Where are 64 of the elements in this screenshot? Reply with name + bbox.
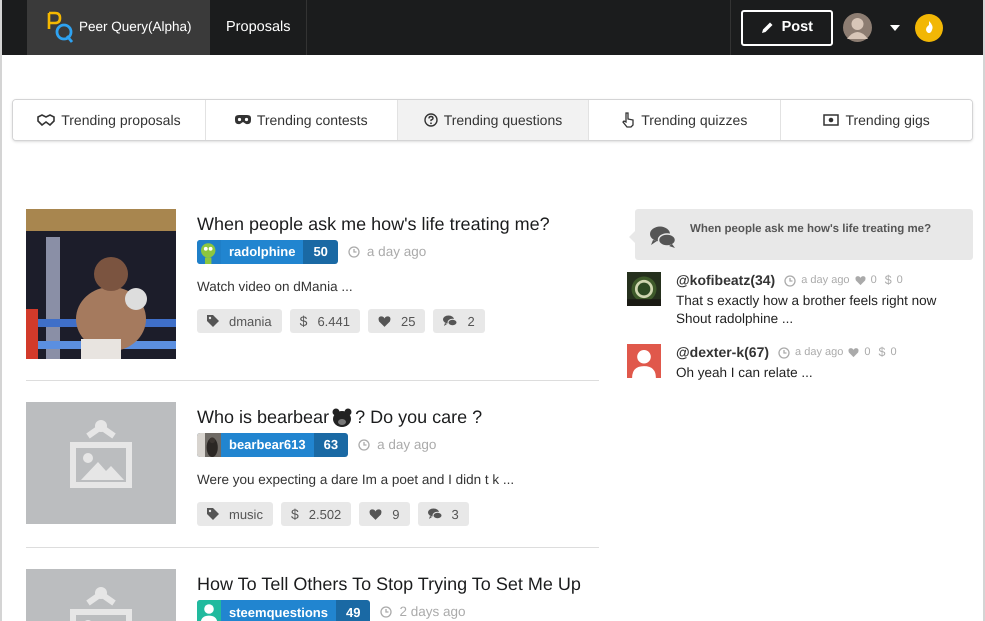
comment-text: Oh yeah I can relate ... xyxy=(676,364,814,382)
heart-icon xyxy=(848,347,860,358)
tag-chip[interactable]: dmania xyxy=(197,309,282,334)
brand-name: Peer Query(Alpha) xyxy=(79,18,192,36)
tab[interactable]: Trending proposals xyxy=(13,100,205,140)
image-placeholder-icon xyxy=(26,402,176,524)
payout-amount: 0 xyxy=(896,273,903,288)
tab[interactable]: Trending questions xyxy=(396,100,588,140)
brand-link[interactable]: Peer Query(Alpha) xyxy=(27,0,210,55)
payout-chip[interactable]: $ 6.441 xyxy=(290,309,360,334)
post-button[interactable]: Post xyxy=(740,10,833,46)
clock-icon xyxy=(784,274,796,286)
votes-chip[interactable]: 9 xyxy=(359,502,410,526)
post-time: a day ago xyxy=(366,242,426,261)
bear-face-icon xyxy=(332,408,352,426)
tab[interactable]: Trending gigs xyxy=(780,100,972,140)
tag-icon xyxy=(207,508,219,520)
comment-time: a day ago xyxy=(801,273,850,288)
tab[interactable]: Trending quizzes xyxy=(588,100,780,140)
question-icon xyxy=(424,113,438,127)
mask-icon xyxy=(234,115,251,125)
payout-chip[interactable]: $ 2.502 xyxy=(280,502,352,526)
logo-icon xyxy=(47,10,75,44)
post-excerpt: Watch video on dMania ... xyxy=(197,278,354,296)
heart-icon xyxy=(369,508,382,521)
clock-icon xyxy=(358,439,370,451)
comments-icon xyxy=(443,315,458,328)
post-excerpt: Were you expecting a dare Im a poet and I didn t k ... xyxy=(197,471,514,489)
post-time: 2 days ago xyxy=(399,603,466,621)
post-title[interactable]: How To Tell Others To Stop Trying To Set Me Up xyxy=(197,573,581,596)
comment-text: That s exactly how a brother feels right now Shout radolphine ... xyxy=(676,292,938,328)
nav-link[interactable]: Proposals xyxy=(210,0,308,55)
tab[interactable]: Trending contests xyxy=(204,100,397,140)
post-time: a day ago xyxy=(377,436,436,454)
currency-sign: $ xyxy=(884,272,892,290)
comment-author[interactable]: @dexter-k(67) xyxy=(676,342,770,363)
handshake-icon xyxy=(37,114,56,126)
flame-badge-icon[interactable] xyxy=(915,14,943,42)
clock-icon xyxy=(348,246,360,258)
vote-count: 0 xyxy=(870,273,877,288)
comment-time: a day ago xyxy=(795,345,844,360)
profile-avatar-icon[interactable] xyxy=(843,13,872,42)
question-title[interactable]: When people ask me how's life treating me? xyxy=(690,221,932,238)
post-title[interactable]: When people ask me how's life treating me? xyxy=(197,213,550,235)
clock-icon xyxy=(778,346,790,358)
currency-sign: $ xyxy=(878,344,886,362)
banknote-icon xyxy=(823,114,840,126)
votes-chip[interactable]: 25 xyxy=(368,309,426,334)
comments-chip[interactable]: 3 xyxy=(418,502,469,526)
post-title[interactable]: Who is bearbear ? Do you care ? xyxy=(197,406,482,428)
heart-icon xyxy=(378,314,391,328)
comment-author[interactable]: @kofibeatz(34) xyxy=(676,270,776,291)
comments-icon xyxy=(428,508,442,520)
comments-icon xyxy=(650,226,676,248)
tag-icon xyxy=(207,315,219,328)
payout-amount: 0 xyxy=(890,345,897,360)
pencil-icon xyxy=(760,21,774,34)
heart-icon xyxy=(854,275,866,286)
comments-chip[interactable]: 2 xyxy=(433,309,485,334)
tag-chip[interactable]: music xyxy=(197,502,273,526)
caret-icon xyxy=(890,24,900,30)
clock-icon xyxy=(380,606,392,618)
hand-pointer-icon xyxy=(622,112,636,128)
vote-count: 0 xyxy=(864,345,870,360)
